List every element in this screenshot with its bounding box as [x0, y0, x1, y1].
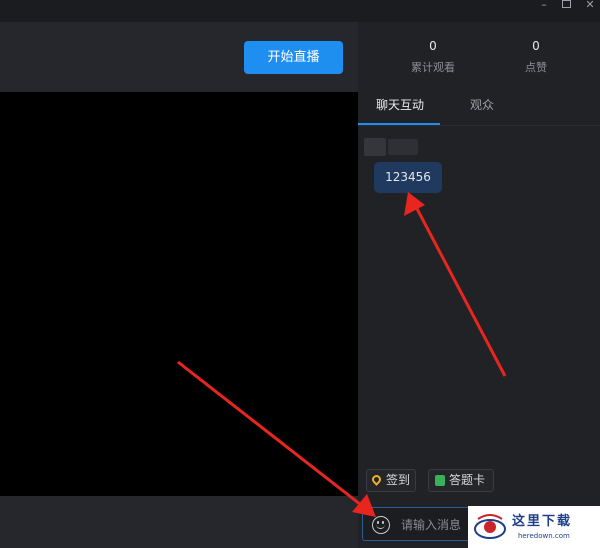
live-preview	[0, 92, 358, 496]
tab-divider	[358, 125, 600, 126]
minimize-icon[interactable]: –	[534, 0, 554, 12]
tab-audience[interactable]: 观众	[470, 96, 494, 124]
answer-card-icon	[435, 475, 445, 486]
watermark-logo-icon	[474, 514, 506, 539]
window-titlebar: – ✕	[0, 0, 600, 22]
interaction-panel: 0 累计观看 0 点赞 聊天互动 观众 123456 签到 答题卡	[358, 22, 600, 548]
likes-count: 0	[532, 39, 540, 53]
sender-name-blurred	[388, 139, 418, 155]
likes-label: 点赞	[525, 61, 547, 74]
start-live-button[interactable]: 开始直播	[244, 41, 343, 74]
views-stat: 0 累计观看	[378, 38, 488, 76]
chat-message-bubble: 123456	[374, 162, 442, 193]
sender-avatar	[364, 138, 386, 156]
sign-in-button[interactable]: 签到	[366, 469, 416, 492]
views-label: 累计观看	[411, 61, 455, 74]
answer-card-label: 答题卡	[449, 473, 486, 487]
answer-card-button[interactable]: 答题卡	[428, 469, 494, 492]
watermark-url: heredown.com	[518, 532, 570, 540]
views-count: 0	[429, 39, 437, 53]
bottom-bar	[0, 496, 358, 548]
watermark-text: 这里下载	[512, 514, 573, 529]
sign-in-label: 签到	[386, 473, 411, 487]
close-icon[interactable]: ✕	[580, 0, 600, 12]
watermark: 这里下载 heredown.com	[468, 506, 600, 548]
smiley-icon[interactable]	[372, 516, 390, 534]
tab-chat-interaction[interactable]: 聊天互动	[376, 96, 424, 124]
location-pin-icon	[370, 473, 383, 486]
likes-stat: 0 点赞	[481, 38, 591, 76]
maximize-icon[interactable]	[556, 0, 576, 12]
